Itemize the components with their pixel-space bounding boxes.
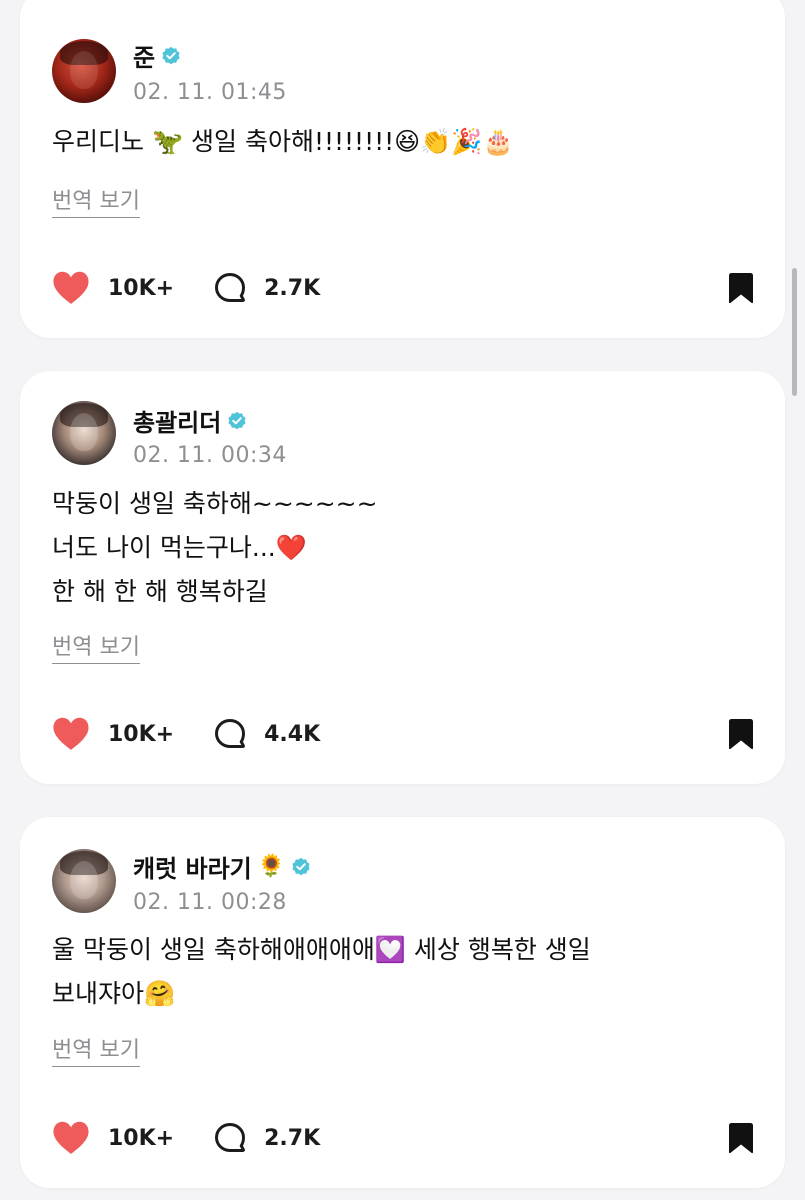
post-actions: 10K+ 2.7K	[52, 1118, 755, 1158]
post-card[interactable]: 준 02. 11. 01:45 우리디노 🦖 생일 축아해!!!!!!!!😆👏🎉…	[20, 0, 785, 338]
fan-letter-feed: 준 02. 11. 01:45 우리디노 🦖 생일 축아해!!!!!!!!😆👏🎉…	[0, 0, 805, 1200]
translate-link[interactable]: 번역 보기	[52, 633, 140, 664]
avatar-face	[70, 413, 98, 451]
author-row: 준	[133, 38, 181, 73]
avatar-face	[70, 51, 98, 89]
avatar-face	[70, 861, 98, 899]
comment-count: 4.4K	[264, 721, 321, 747]
bookmark-icon	[729, 719, 753, 750]
author-name[interactable]: 총괄리더	[133, 403, 221, 438]
heart-icon	[53, 717, 89, 750]
like-button[interactable]: 10K+	[52, 271, 174, 305]
verified-badge-icon	[162, 46, 180, 64]
post-body: 우리디노 🦖 생일 축아해!!!!!!!!😆👏🎉🎂	[52, 120, 752, 164]
avatar[interactable]	[52, 39, 116, 103]
like-count: 10K+	[108, 275, 175, 301]
post-body-line: 우리디노 🦖 생일 축아해!!!!!!!!😆👏🎉🎂	[52, 127, 514, 156]
comment-bubble-icon	[215, 273, 246, 302]
heart-icon	[53, 1121, 89, 1154]
author-name[interactable]: 캐럿 바라기	[133, 849, 252, 884]
comment-button[interactable]: 2.7K	[214, 1122, 320, 1154]
author-name[interactable]: 준	[133, 38, 155, 73]
post-body-line: 막둥이 생일 축하해~~~~~~	[52, 489, 378, 518]
like-count: 10K+	[108, 1125, 175, 1151]
comment-bubble-icon	[215, 719, 246, 748]
like-button[interactable]: 10K+	[52, 717, 174, 751]
scrollbar-thumb[interactable]	[792, 268, 797, 396]
like-button[interactable]: 10K+	[52, 1121, 174, 1155]
verified-badge-icon	[292, 857, 310, 875]
bookmark-icon	[729, 273, 753, 304]
post-body-line: 한 해 한 해 행복하길	[52, 577, 268, 606]
sunflower-emoji: 🌻	[257, 853, 286, 879]
comment-count: 2.7K	[264, 1125, 321, 1151]
like-count: 10K+	[108, 721, 175, 747]
heart-icon	[53, 271, 89, 304]
post-actions: 10K+ 2.7K	[52, 268, 755, 308]
post-body: 울 막둥이 생일 축하해애애애애💟 세상 행복한 생일 보내쟈아🤗	[52, 928, 752, 1016]
post-timestamp: 02. 11. 00:34	[133, 443, 287, 468]
post-body-line: 보내쟈아🤗	[52, 979, 176, 1008]
author-row: 총괄리더	[133, 403, 247, 438]
bookmark-icon	[729, 1123, 753, 1154]
translate-link[interactable]: 번역 보기	[52, 1036, 140, 1067]
post-actions: 10K+ 4.4K	[52, 714, 755, 754]
avatar[interactable]	[52, 849, 116, 913]
post-body-line: 너도 나이 먹는구나...❤️	[52, 533, 307, 562]
post-body: 막둥이 생일 축하해~~~~~~ 너도 나이 먹는구나...❤️ 한 해 한 해…	[52, 482, 752, 614]
post-timestamp: 02. 11. 00:28	[133, 890, 287, 915]
avatar[interactable]	[52, 401, 116, 465]
bookmark-button[interactable]	[727, 1122, 755, 1154]
translate-link[interactable]: 번역 보기	[52, 187, 140, 218]
comment-bubble-icon	[215, 1123, 246, 1152]
bookmark-button[interactable]	[727, 272, 755, 304]
post-card[interactable]: 캐럿 바라기 🌻 02. 11. 00:28 울 막둥이 생일 축하해애애애애💟…	[20, 817, 785, 1188]
verified-badge-icon	[228, 411, 246, 429]
comment-count: 2.7K	[264, 275, 321, 301]
author-row: 캐럿 바라기 🌻	[133, 849, 311, 884]
bookmark-button[interactable]	[727, 718, 755, 750]
post-body-line: 울 막둥이 생일 축하해애애애애💟 세상 행복한 생일	[52, 935, 591, 964]
post-timestamp: 02. 11. 01:45	[133, 80, 287, 105]
comment-button[interactable]: 4.4K	[214, 718, 320, 750]
comment-button[interactable]: 2.7K	[214, 272, 320, 304]
post-card[interactable]: 총괄리더 02. 11. 00:34 막둥이 생일 축하해~~~~~~ 너도 나…	[20, 371, 785, 784]
